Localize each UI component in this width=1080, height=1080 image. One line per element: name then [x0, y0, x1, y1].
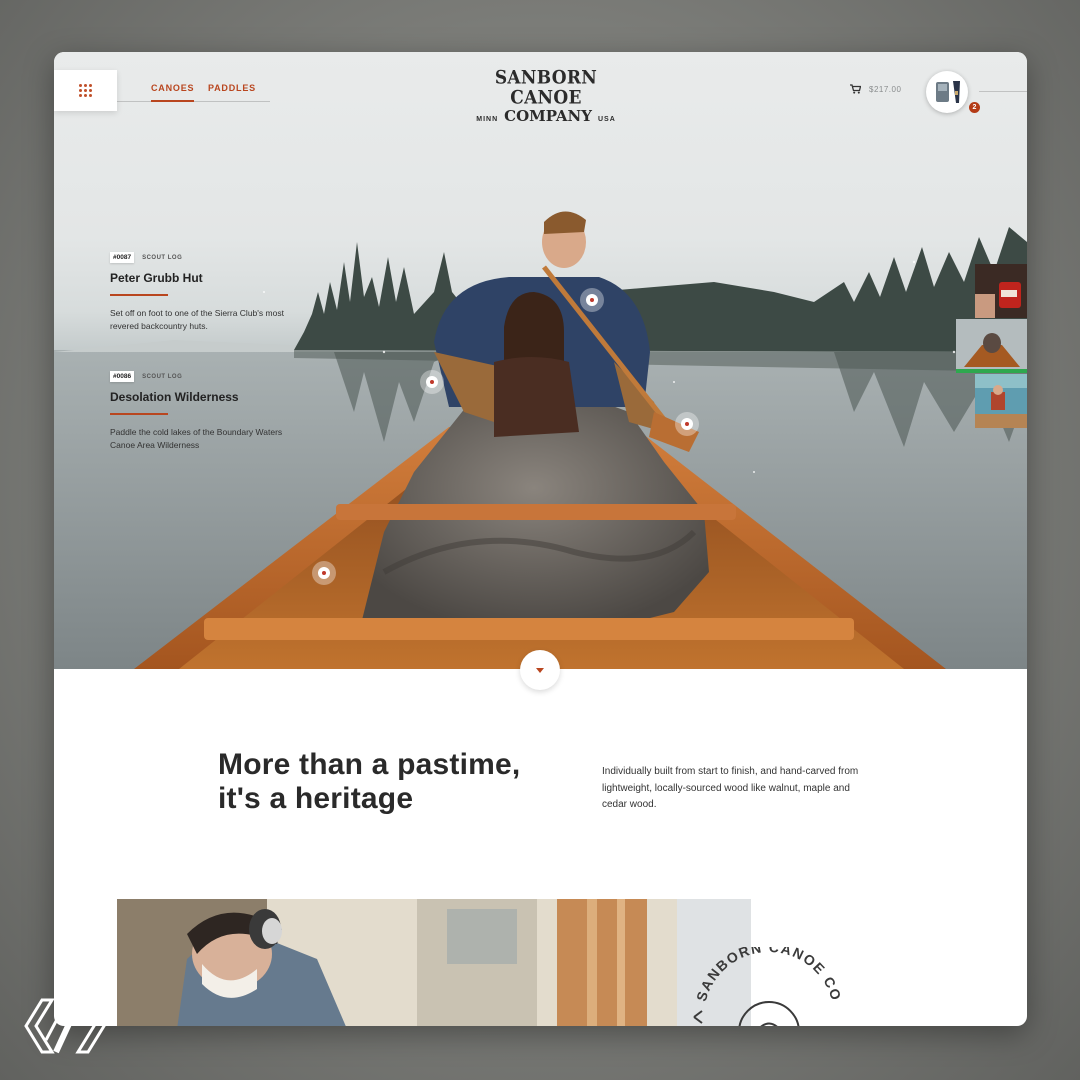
log-title: Desolation Wilderness: [110, 390, 239, 404]
menu-button[interactable]: [54, 70, 117, 111]
chevron-down-icon: [536, 667, 544, 673]
cart-count-badge: 2: [969, 102, 980, 113]
scout-log-card[interactable]: #0086 SCOUT LOG Desolation Wilderness Pa…: [110, 371, 290, 452]
brand-logo[interactable]: SANBORN CANOE MINN COMPANY USA: [461, 66, 631, 125]
log-type: SCOUT LOG: [142, 373, 183, 380]
product-hotspot[interactable]: [580, 288, 604, 312]
section-headline: More than a pastime, it's a heritage: [218, 748, 520, 816]
header-divider-right: [979, 91, 1027, 92]
grid-icon: [79, 84, 92, 97]
gallery-thumbnail-mug[interactable]: [975, 264, 1027, 318]
stamp-text: SANBORN CANOE CO: [693, 947, 843, 1003]
headline-line-2: it's a heritage: [218, 782, 414, 815]
logo-usa: USA: [597, 116, 616, 123]
log-number: #0086: [110, 371, 135, 382]
logo-minn: MINN: [476, 116, 499, 123]
cart-preview-thumbnail[interactable]: [926, 71, 968, 113]
logo-line-2: COMPANY: [504, 107, 592, 125]
hero-photo: [54, 211, 1027, 669]
watermark-logo-icon: [24, 998, 106, 1054]
scout-log-card[interactable]: #0087 SCOUT LOG Peter Grubb Hut Set off …: [110, 252, 290, 333]
log-underline: [110, 294, 168, 296]
log-type: SCOUT LOG: [142, 254, 183, 261]
stamp-badge: SANBORN CANOE CO: [693, 947, 845, 1026]
nav-link-canoes[interactable]: CANOES: [151, 83, 195, 102]
scroll-down-button[interactable]: [520, 650, 560, 690]
cart-icon: [850, 84, 861, 94]
cart-link[interactable]: $217.00: [850, 84, 901, 94]
hero-section: CANOES PADDLES SANBORN CANOE MINN COMPAN…: [54, 52, 1027, 669]
product-hotspot[interactable]: [312, 561, 336, 585]
website-frame: CANOES PADDLES SANBORN CANOE MINN COMPAN…: [54, 52, 1027, 1026]
log-description: Paddle the cold lakes of the Boundary Wa…: [110, 427, 283, 450]
gallery-thumbnail-lake[interactable]: [975, 374, 1027, 428]
cart-total: $217.00: [869, 84, 902, 94]
log-description: Set off on foot to one of the Sierra Clu…: [110, 308, 284, 331]
svg-text:SANBORN CANOE CO: SANBORN CANOE CO: [693, 947, 845, 1003]
log-underline: [110, 413, 168, 415]
section-body-text: Individually built from start to finish,…: [602, 766, 859, 810]
product-hotspot[interactable]: [675, 412, 699, 436]
nav-link-paddles[interactable]: PADDLES: [208, 83, 256, 93]
workshop-photo: [117, 899, 751, 1026]
gallery-thumbnail-canoe[interactable]: [956, 319, 1027, 373]
headline-line-1: More than a pastime,: [218, 748, 521, 781]
product-hotspot[interactable]: [420, 370, 444, 394]
log-title: Peter Grubb Hut: [110, 271, 203, 285]
log-number: #0087: [110, 252, 135, 263]
logo-line-1: SANBORN CANOE: [494, 66, 598, 110]
